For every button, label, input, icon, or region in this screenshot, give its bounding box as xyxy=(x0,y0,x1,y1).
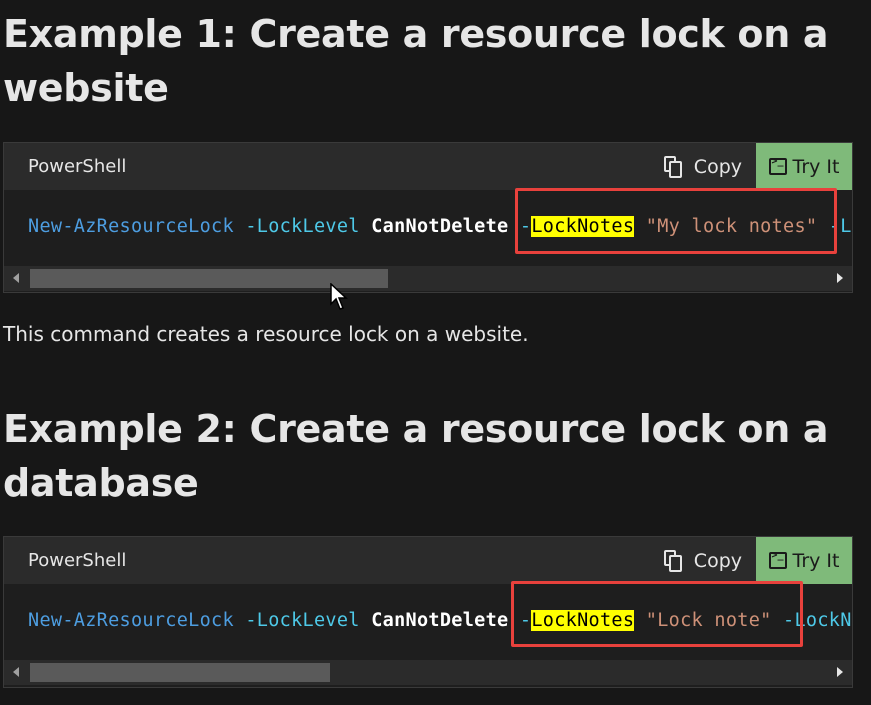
dash-token: - xyxy=(519,216,532,237)
code-block-example-1: PowerShell Copy Try It New-AzResourceLoc… xyxy=(3,142,853,293)
trailing-token: -LockN xyxy=(771,610,852,631)
example-1-heading: Example 1: Create a resource lock on a w… xyxy=(3,7,871,115)
scroll-right-arrow-icon[interactable] xyxy=(837,273,843,283)
highlighted-parameter: LockNotes xyxy=(531,216,635,237)
value-token: CanNotDelete xyxy=(371,216,509,237)
code-line: New-AzResourceLock -LockLevel CanNotDele… xyxy=(28,216,852,237)
try-it-label: Try It xyxy=(792,155,840,178)
code-block-header: PowerShell Copy Try It xyxy=(4,143,852,190)
copy-label: Copy xyxy=(693,549,742,572)
language-label: PowerShell xyxy=(28,156,127,177)
copy-button[interactable]: Copy xyxy=(650,537,756,584)
parameter-token: -LockLevel xyxy=(245,216,360,237)
try-it-button[interactable]: Try It xyxy=(756,143,852,190)
scroll-left-arrow-icon[interactable] xyxy=(13,667,19,677)
highlighted-parameter: LockNotes xyxy=(531,610,635,631)
copy-icon xyxy=(663,155,684,178)
cmdlet-token: New-AzResourceLock xyxy=(28,610,234,631)
example-2-title: Example 2: Create a resource lock on a d… xyxy=(3,407,829,505)
terminal-icon xyxy=(768,550,787,569)
copy-button[interactable]: Copy xyxy=(650,143,756,190)
scrollbar-thumb[interactable] xyxy=(30,663,330,682)
example-1-description: This command creates a resource lock on … xyxy=(3,322,529,346)
code-area[interactable]: New-AzResourceLock -LockLevel CanNotDele… xyxy=(4,584,852,660)
horizontal-scrollbar[interactable] xyxy=(4,660,852,685)
example-2-heading: Example 2: Create a resource lock on a d… xyxy=(3,402,871,510)
value-token: CanNotDelete xyxy=(371,610,509,631)
copy-label: Copy xyxy=(693,155,742,178)
terminal-icon xyxy=(768,156,787,175)
horizontal-scrollbar[interactable] xyxy=(4,266,852,291)
trailing-token: -L xyxy=(817,216,852,237)
scroll-left-arrow-icon[interactable] xyxy=(13,273,19,283)
dash-token: - xyxy=(519,610,532,631)
example-1-title: Example 1: Create a resource lock on a w… xyxy=(3,12,829,110)
code-block-example-2: PowerShell Copy Try It New-AzResourceLoc… xyxy=(3,536,853,688)
scroll-right-arrow-icon[interactable] xyxy=(837,667,843,677)
code-line: New-AzResourceLock -LockLevel CanNotDele… xyxy=(28,610,852,631)
try-it-button[interactable]: Try It xyxy=(756,537,852,584)
try-it-label: Try It xyxy=(792,549,840,572)
copy-icon xyxy=(663,549,684,572)
language-label: PowerShell xyxy=(28,550,127,571)
parameter-token: -LockLevel xyxy=(245,610,360,631)
code-block-header: PowerShell Copy Try It xyxy=(4,537,852,584)
string-token: "Lock note" xyxy=(645,610,772,631)
string-token: "My lock notes" xyxy=(645,216,818,237)
cmdlet-token: New-AzResourceLock xyxy=(28,216,234,237)
code-area[interactable]: New-AzResourceLock -LockLevel CanNotDele… xyxy=(4,190,852,266)
